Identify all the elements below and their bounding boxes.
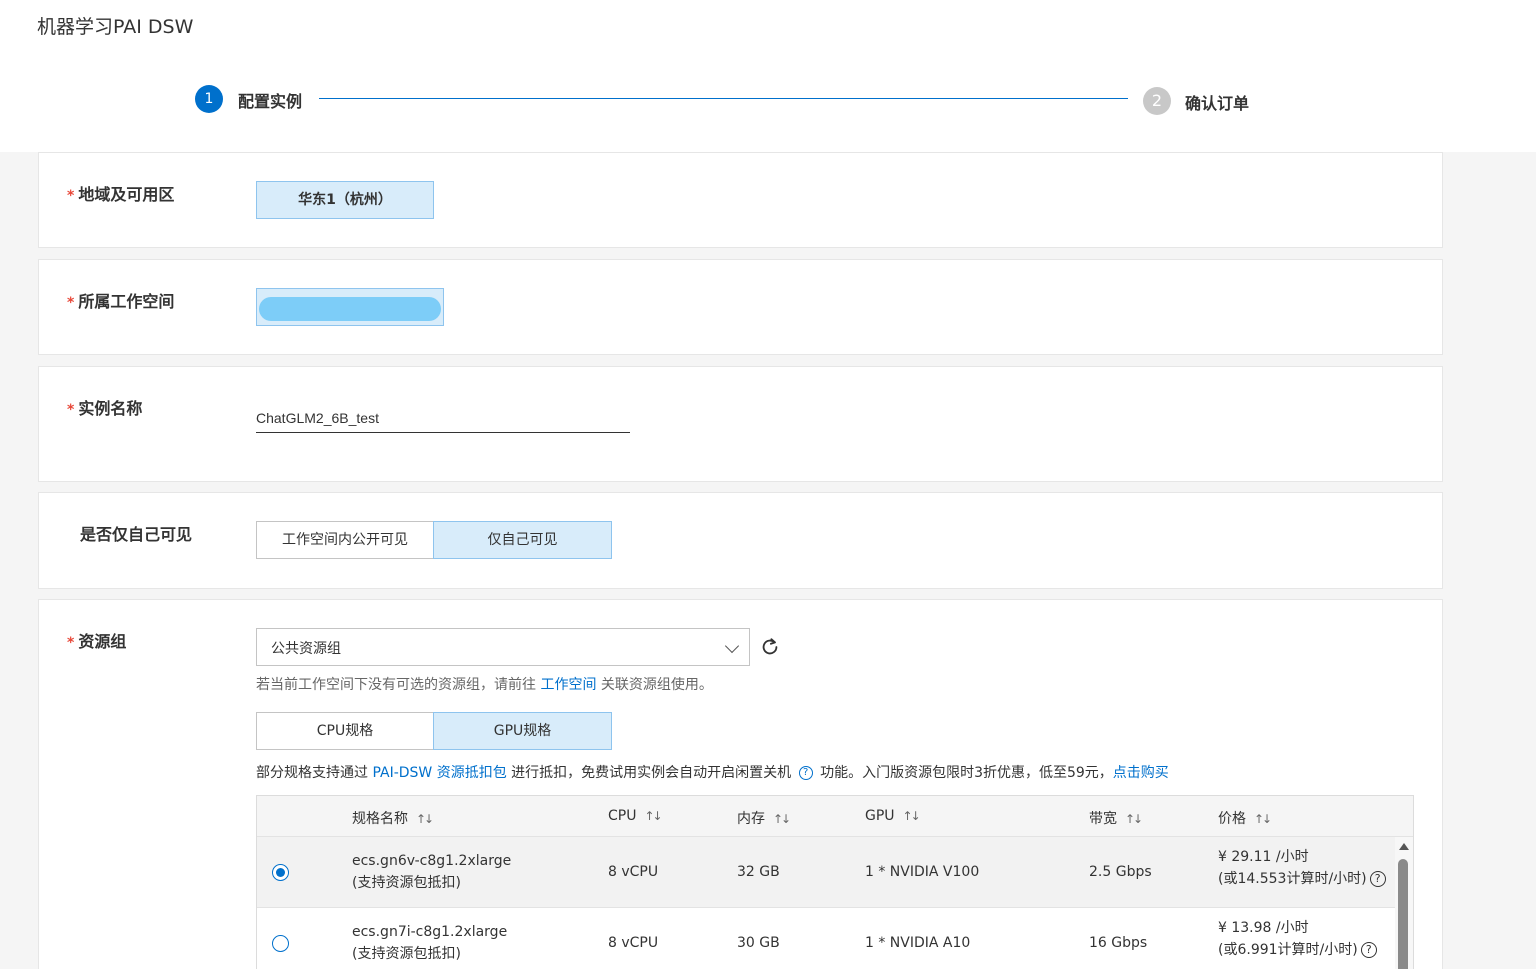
memory-cell: 30 GB: [737, 935, 780, 951]
promo-text: 部分规格支持通过 PAI-DSW 资源抵扣包 进行抵扣，免费试用实例会自动开启闲…: [256, 765, 1169, 781]
help-icon[interactable]: ?: [1369, 871, 1386, 887]
col-price[interactable]: 价格 ↑↓: [1218, 808, 1272, 828]
spec-name-cell: ecs.gn7i-c8g1.2xlarge (支持资源包抵扣): [352, 924, 508, 962]
top-header: 机器学习PAI DSW 1 配置实例 2 确认订单: [0, 0, 1536, 152]
cpu-cell: 8 vCPU: [608, 864, 659, 880]
table-row[interactable]: ecs.gn6v-c8g1.2xlarge (支持资源包抵扣) 8 vCPU 32…: [257, 837, 1395, 908]
price-cell: ¥ 29.11 /小时 (或14.553计算时/小时)?: [1218, 846, 1389, 890]
table-header: 规格名称 ↑↓ CPU ↑↓ 内存 ↑↓ GPU ↑↓ 带宽 ↑↓ 价格 ↑↓: [257, 796, 1413, 837]
step-1-label: 配置实例: [238, 92, 303, 111]
required-mark: *: [67, 295, 75, 311]
refresh-icon[interactable]: [759, 636, 781, 658]
visibility-option-private[interactable]: 仅自己可见: [433, 521, 612, 559]
step-1-indicator: 1: [195, 85, 223, 113]
resource-group-value: 公共资源组: [271, 641, 341, 657]
instance-name-field-label: * 实例名称: [67, 399, 143, 418]
buy-now-link[interactable]: 点击购买: [1113, 765, 1169, 781]
memory-cell: 32 GB: [737, 864, 780, 880]
chevron-down-icon: [724, 638, 740, 654]
sort-icon: ↑↓: [1254, 812, 1272, 826]
step-2-indicator: 2: [1143, 87, 1171, 115]
scroll-up-arrow-icon[interactable]: [1399, 843, 1409, 850]
table-row[interactable]: ecs.gn7i-c8g1.2xlarge (支持资源包抵扣) 8 vCPU 30…: [257, 908, 1395, 969]
col-memory[interactable]: 内存 ↑↓: [737, 808, 791, 828]
workspace-link[interactable]: 工作空间: [540, 677, 596, 693]
sort-icon: ↑↓: [773, 812, 791, 826]
scroll-thumb[interactable]: [1398, 859, 1408, 969]
required-mark: *: [67, 635, 75, 651]
col-cpu[interactable]: CPU ↑↓: [608, 808, 663, 824]
required-mark: *: [67, 402, 75, 418]
bandwidth-cell: 2.5 Gbps: [1089, 864, 1152, 880]
resource-group-select[interactable]: 公共资源组: [256, 628, 750, 666]
visibility-option-public[interactable]: 工作空间内公开可见: [256, 521, 434, 559]
tab-gpu-spec[interactable]: GPU规格: [433, 712, 612, 750]
region-card: * 地域及可用区 华东1（杭州）: [38, 152, 1443, 248]
app-title: 机器学习PAI DSW: [37, 16, 194, 38]
sort-icon: ↑↓: [902, 809, 921, 823]
workspace-card: * 所属工作空间: [38, 259, 1443, 355]
resource-pack-link[interactable]: PAI-DSW 资源抵扣包: [372, 765, 506, 781]
required-mark: *: [67, 188, 75, 204]
region-field-label: * 地域及可用区: [67, 185, 175, 204]
visibility-field-label: 是否仅自己可见: [80, 525, 193, 544]
col-gpu[interactable]: GPU ↑↓: [865, 808, 921, 824]
cpu-cell: 8 vCPU: [608, 935, 659, 951]
bandwidth-cell: 16 Gbps: [1089, 935, 1148, 951]
workspace-option[interactable]: [256, 288, 444, 326]
resource-field-label: * 资源组: [67, 632, 127, 651]
tab-cpu-spec[interactable]: CPU规格: [256, 712, 434, 750]
help-icon[interactable]: ?: [798, 766, 813, 780]
instance-name-input[interactable]: [256, 403, 630, 433]
workspace-field-label: * 所属工作空间: [67, 292, 175, 311]
sort-icon: ↑↓: [1125, 812, 1143, 826]
step-2-label: 确认订单: [1185, 94, 1250, 113]
sort-icon: ↑↓: [416, 812, 434, 826]
row-radio[interactable]: [272, 864, 289, 881]
step-progress-line: [319, 98, 1128, 99]
visibility-card: 是否仅自己可见 工作空间内公开可见 仅自己可见: [38, 492, 1443, 589]
spec-table: 规格名称 ↑↓ CPU ↑↓ 内存 ↑↓ GPU ↑↓ 带宽 ↑↓ 价格 ↑↓ ecs.gn…: [256, 795, 1414, 969]
instance-name-card: * 实例名称: [38, 366, 1443, 482]
sort-icon: ↑↓: [644, 809, 662, 823]
help-icon[interactable]: ?: [1360, 942, 1377, 958]
row-radio[interactable]: [272, 935, 289, 952]
price-cell: ¥ 13.98 /小时 (或6.991计算时/小时)?: [1218, 917, 1380, 961]
resource-card: * 资源组 公共资源组 若当前工作空间下没有可选的资源组，请前往 工作空间 关联资…: [38, 599, 1443, 969]
spec-name-cell: ecs.gn6v-c8g1.2xlarge (支持资源包抵扣): [352, 853, 512, 891]
table-scrollbar[interactable]: [1395, 837, 1413, 969]
gpu-cell: 1 * NVIDIA A10: [865, 935, 971, 951]
gpu-cell: 1 * NVIDIA V100: [865, 864, 980, 880]
redacted-workspace-name: [259, 297, 441, 321]
col-bandwidth[interactable]: 带宽 ↑↓: [1089, 808, 1143, 828]
resource-group-hint: 若当前工作空间下没有可选的资源组，请前往 工作空间 关联资源组使用。: [256, 677, 713, 693]
region-option-hangzhou[interactable]: 华东1（杭州）: [256, 181, 434, 219]
col-spec-name[interactable]: 规格名称 ↑↓: [352, 808, 434, 828]
